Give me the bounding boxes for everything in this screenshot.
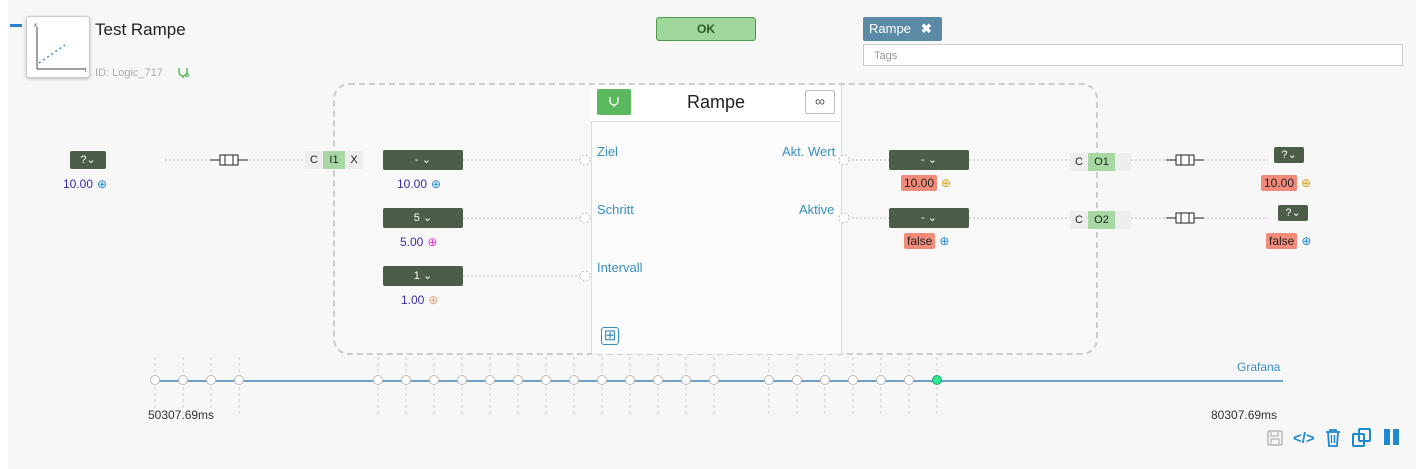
connection-lines — [154, 154, 1268, 414]
output-port-o1[interactable]: C O1 — [1070, 153, 1131, 171]
zoom-icon[interactable]: ⊕ — [431, 177, 441, 191]
timeline-tick[interactable] — [876, 375, 886, 385]
fuse-icon — [210, 154, 248, 166]
target-value: false — [1266, 233, 1298, 249]
port-name: O2 — [1088, 211, 1115, 229]
zoom-icon[interactable]: ⊕ — [1301, 234, 1311, 248]
timeline-tick[interactable] — [820, 375, 830, 385]
trash-icon[interactable] — [1325, 428, 1341, 447]
fuse-icon — [1166, 212, 1204, 224]
timeline-tick-active[interactable] — [932, 375, 942, 385]
zoom-icon[interactable]: ⊕ — [428, 293, 438, 307]
copy-icon[interactable] — [1352, 428, 1372, 447]
timeline-tick[interactable] — [485, 375, 495, 385]
timeline-tick[interactable] — [597, 375, 607, 385]
param-value-row: 1.00 ⊕ — [401, 291, 438, 309]
timeline-tick[interactable] — [792, 375, 802, 385]
timeline-track[interactable] — [155, 380, 1283, 382]
port-c[interactable]: C — [305, 151, 323, 169]
zoom-icon[interactable]: ⊕ — [939, 234, 949, 248]
target-dropdown[interactable]: ?⌄ — [1274, 147, 1304, 163]
target-value-row: false ⊕ — [1266, 232, 1311, 250]
timeline-tick[interactable] — [150, 375, 160, 385]
param-value-row: 5.00 ⊕ — [400, 233, 437, 251]
zoom-icon[interactable]: ⊕ — [941, 176, 951, 190]
param-dropdown-schritt[interactable]: 5 ⌄ — [383, 208, 463, 228]
timeline-tick[interactable] — [234, 375, 244, 385]
source-value: 10.00 — [63, 177, 94, 191]
zoom-icon[interactable]: ⊕ — [427, 235, 437, 249]
port-name: I1 — [323, 151, 345, 169]
target-dropdown[interactable]: ?⌄ — [1278, 205, 1308, 221]
output-value-row: false ⊕ — [904, 232, 949, 250]
param-value: 5.00 — [400, 235, 424, 249]
zoom-icon[interactable]: ⊕ — [97, 177, 107, 191]
param-value: 10.00 — [397, 177, 428, 191]
port-remove[interactable]: X — [345, 151, 363, 169]
timeline-tick[interactable] — [904, 375, 914, 385]
output-dropdown-aktive[interactable]: - ⌄ — [889, 208, 969, 228]
target-value: 10.00 — [1261, 175, 1298, 191]
timeline-tick[interactable] — [206, 375, 216, 385]
param-value-row: 10.00 ⊕ — [397, 175, 441, 193]
target-value-row: 10.00 ⊕ — [1261, 174, 1311, 192]
source-value-row: 10.00 ⊕ — [63, 175, 107, 193]
output-value: 10.00 — [901, 175, 938, 191]
param-dropdown-intervall[interactable]: 1 ⌄ — [383, 266, 463, 286]
timeline-tick[interactable] — [457, 375, 467, 385]
timeline-tick[interactable] — [709, 375, 719, 385]
timeline-end: 80307.69ms — [1211, 408, 1278, 422]
output-port-o2[interactable]: C O2 — [1070, 211, 1131, 229]
pause-icon[interactable] — [1383, 428, 1401, 446]
timeline-tick[interactable] — [513, 375, 523, 385]
timeline-tick[interactable] — [373, 375, 383, 385]
timeline-tick[interactable] — [625, 375, 635, 385]
save-icon[interactable] — [1266, 429, 1284, 447]
input-port-i1[interactable]: C I1 X — [305, 151, 363, 169]
timeline-tick[interactable] — [764, 375, 774, 385]
output-dropdown-akt-wert[interactable]: - ⌄ — [889, 150, 969, 170]
timeline-tick[interactable] — [681, 375, 691, 385]
grafana-link[interactable]: Grafana — [1237, 360, 1280, 374]
param-dropdown-ziel[interactable]: - ⌄ — [383, 150, 463, 170]
timeline-tick[interactable] — [429, 375, 439, 385]
timeline-tick[interactable] — [569, 375, 579, 385]
param-value: 1.00 — [401, 293, 425, 307]
timeline-tick[interactable] — [178, 375, 188, 385]
timeline-tick[interactable] — [541, 375, 551, 385]
zoom-icon[interactable]: ⊕ — [1301, 176, 1311, 190]
port-c[interactable]: C — [1070, 153, 1088, 171]
timeline-tick[interactable] — [401, 375, 411, 385]
port-name: O1 — [1088, 153, 1115, 171]
timeline-tick[interactable] — [848, 375, 858, 385]
fuse-icon — [1166, 154, 1204, 166]
output-value-row: 10.00 ⊕ — [901, 174, 951, 192]
source-dropdown[interactable]: ?⌄ — [70, 151, 106, 169]
port-c[interactable]: C — [1070, 211, 1088, 229]
timeline-start: 50307.69ms — [148, 408, 215, 422]
timeline-tick[interactable] — [653, 375, 663, 385]
code-icon[interactable]: </> — [1293, 430, 1315, 447]
output-value: false — [904, 233, 936, 249]
